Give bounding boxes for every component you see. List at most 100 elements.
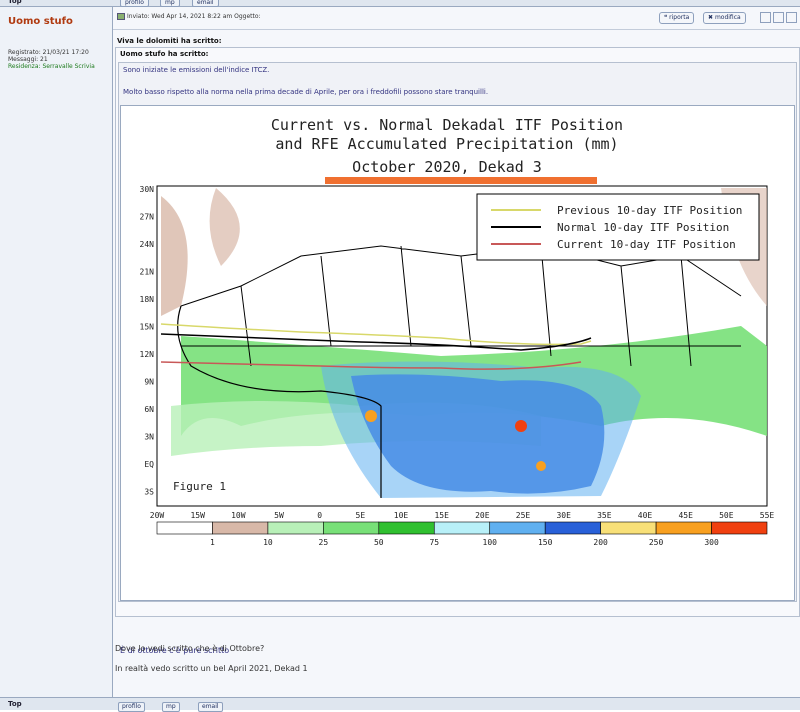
- ip-icon[interactable]: [773, 12, 784, 23]
- colorbar-label: 1: [210, 538, 215, 547]
- colorbar-label: 10: [263, 538, 273, 547]
- itf-figure: Current vs. Normal Dekadal ITF Position …: [120, 105, 795, 601]
- legend-label-previous: Previous 10-day ITF Position: [557, 204, 742, 217]
- lon-tick-15E: 15E: [434, 511, 449, 520]
- max-rain-spot-1: [365, 410, 377, 422]
- report-icon[interactable]: [760, 12, 771, 23]
- top-link[interactable]: Top: [8, 0, 22, 5]
- delete-icon[interactable]: [786, 12, 797, 23]
- legend-label-current: Current 10-day ITF Position: [557, 238, 736, 251]
- colorbar-label: 250: [649, 538, 664, 547]
- bottom-nav-bar: Top profilo mp email: [0, 697, 800, 712]
- lon-tick-10W: 10W: [231, 511, 246, 520]
- lon-tick-15W: 15W: [190, 511, 205, 520]
- profile-button[interactable]: profilo: [120, 0, 149, 7]
- lon-tick-40E: 40E: [638, 511, 653, 520]
- post-header: Inviato: Wed Apr 14, 2021 8:22 am Oggett…: [113, 7, 800, 30]
- edit-icon: ✖: [708, 14, 715, 21]
- figure-title-1: Current vs. Normal Dekadal ITF Position: [271, 116, 623, 134]
- lon-tick-5E: 5E: [356, 511, 366, 520]
- bottom-pm-button[interactable]: mp: [162, 702, 180, 712]
- author-messages: Messaggi: 21: [8, 56, 48, 63]
- lon-tick-5W: 5W: [274, 511, 284, 520]
- colorbar-label: 200: [593, 538, 608, 547]
- author-registered: Registrato: 21/03/21 17:20: [8, 49, 89, 56]
- max-rain-spot-3: [536, 461, 546, 471]
- forum-post-frame: Top profilo mp email Uomo stufo Registra…: [0, 0, 800, 712]
- max-rain-spot-2: [515, 420, 527, 432]
- colorbar-swatch: [323, 521, 380, 535]
- colorbar-label: 150: [538, 538, 553, 547]
- lat-tick-3S: 3S: [144, 488, 154, 497]
- lat-tick-18N: 18N: [140, 295, 155, 304]
- precip-colorbar: 1 10 25 50 75 100 150 200 250 300: [156, 521, 768, 547]
- quote-reply-button[interactable]: ❝ riporta: [659, 12, 695, 24]
- lon-tick-20W: 20W: [150, 511, 165, 520]
- colorbar-label: 300: [704, 538, 719, 547]
- post-icon: [117, 13, 125, 20]
- figure-label: Figure 1: [173, 480, 226, 493]
- lat-tick-9N: 9N: [144, 378, 154, 387]
- lon-tick-10E: 10E: [394, 511, 409, 520]
- colorbar-swatch: [544, 521, 601, 535]
- lat-tick-30N: 30N: [140, 185, 155, 194]
- pm-button[interactable]: mp: [160, 0, 180, 7]
- lon-tick-45E: 45E: [678, 511, 693, 520]
- title-accent-bar: [325, 177, 597, 184]
- lon-tick-55E: 55E: [760, 511, 775, 520]
- reply-text-2: In realtà vedo scritto un bel April 2021…: [115, 664, 308, 673]
- bottom-top-link[interactable]: Top: [8, 700, 22, 708]
- colorbar-swatch: [433, 521, 491, 535]
- itf-figure-svg: Current vs. Normal Dekadal ITF Position …: [140, 116, 775, 547]
- heavy-rain-halo: [321, 361, 641, 498]
- latitude-ticks: 30N 27N 24N 21N 18N 15N 12N 9N 6N 3N EQ 3S: [140, 185, 155, 497]
- author-residence: Residenza: Serravalle Scrivia: [8, 63, 95, 70]
- lat-tick-EQ: EQ: [144, 460, 154, 469]
- author-column: Uomo stufo Registrato: 21/03/21 17:20 Me…: [0, 7, 113, 697]
- email-button[interactable]: email: [192, 0, 219, 7]
- lon-tick-20E: 20E: [475, 511, 490, 520]
- inner-quote-text-1: Sono iniziate le emissioni dell'indice I…: [123, 66, 270, 74]
- bottom-email-button[interactable]: email: [198, 702, 223, 712]
- outer-quote-author: Viva le dolomiti ha scritto:: [117, 37, 222, 45]
- colorbar-swatch: [489, 521, 546, 535]
- post-meta: Inviato: Wed Apr 14, 2021 8:22 am Oggett…: [117, 13, 261, 20]
- colorbar-label: 75: [429, 538, 439, 547]
- inner-quote-box: Sono iniziate le emissioni dell'indice I…: [118, 62, 797, 602]
- longitude-ticks: 20W 15W 10W 5W 0 5E 10E 15E 20E 25E 30E 35E 40E 45E 50…: [150, 511, 775, 520]
- precip-map: Figure 1 Previous 10-day ITF Position No…: [156, 185, 768, 507]
- edit-button[interactable]: ✖ modifica: [703, 12, 746, 24]
- lat-tick-12N: 12N: [140, 350, 155, 359]
- outer-quote-box: Uomo stufo ha scritto: Sono iniziate le …: [115, 47, 800, 655]
- colorbar-swatch: [378, 521, 435, 535]
- colorbar-label: 100: [483, 538, 498, 547]
- inner-quote-author: Uomo stufo ha scritto:: [120, 50, 209, 58]
- colorbar-swatch: [655, 521, 712, 535]
- lon-tick-50E: 50E: [719, 511, 734, 520]
- lat-tick-24N: 24N: [140, 240, 155, 249]
- lon-tick-25E: 25E: [516, 511, 531, 520]
- lat-tick-6N: 6N: [144, 405, 154, 414]
- top-nav-bar: Top profilo mp email: [0, 0, 800, 7]
- inner-quote-text-2: Molto basso rispetto alla norma nella pr…: [123, 88, 489, 96]
- author-info: Registrato: 21/03/21 17:20 Messaggi: 21 …: [8, 49, 95, 70]
- post-body: Inviato: Wed Apr 14, 2021 8:22 am Oggett…: [113, 7, 800, 697]
- colorbar-swatch: [711, 521, 768, 535]
- figure-title-3: October 2020, Dekad 3: [352, 158, 542, 176]
- colorbar-swatch: [156, 521, 213, 535]
- reply-text-1: Dove lo vedi scritto che è di Ottobre?: [115, 644, 265, 653]
- bottom-profile-button[interactable]: profilo: [118, 702, 145, 712]
- lon-tick-0: 0: [317, 511, 322, 520]
- legend-label-normal: Normal 10-day ITF Position: [557, 221, 729, 234]
- colorbar-swatch: [600, 521, 657, 535]
- colorbar-label: 25: [319, 538, 329, 547]
- lat-tick-27N: 27N: [140, 213, 155, 222]
- lat-tick-21N: 21N: [140, 268, 155, 277]
- author-name[interactable]: Uomo stufo: [8, 16, 73, 27]
- lon-tick-30E: 30E: [556, 511, 571, 520]
- colorbar-swatch: [212, 521, 269, 535]
- colorbar-label: 50: [374, 538, 384, 547]
- lat-tick-3N: 3N: [144, 433, 154, 442]
- figure-title-2: and RFE Accumulated Precipitation (mm): [275, 135, 618, 153]
- lon-tick-35E: 35E: [597, 511, 612, 520]
